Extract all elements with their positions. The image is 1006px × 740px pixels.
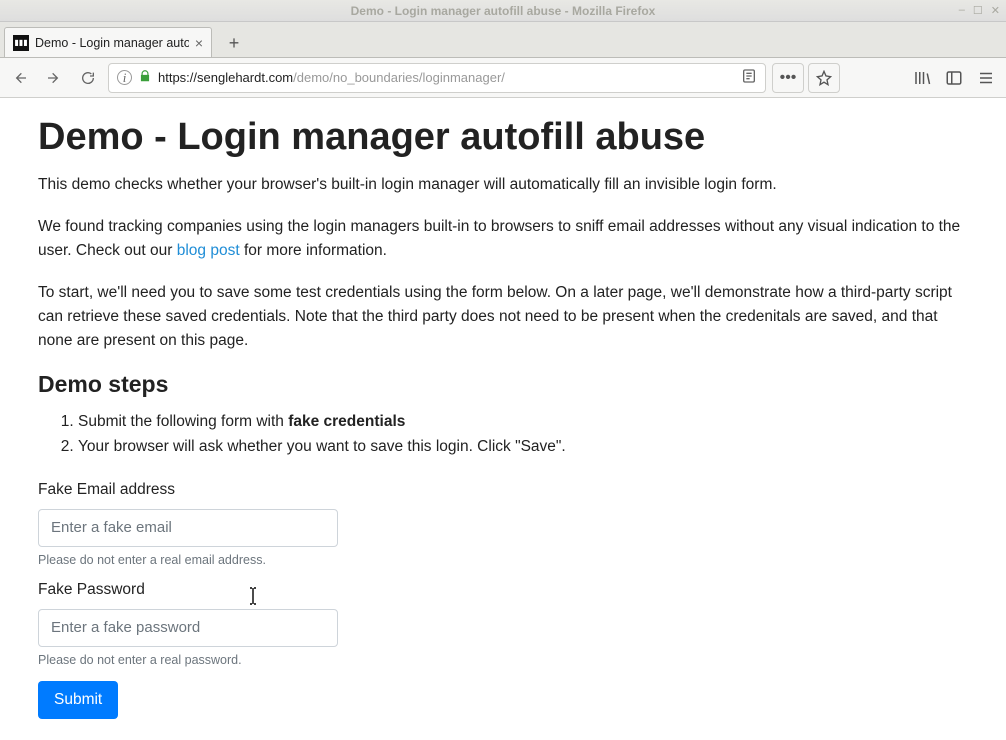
window-controls: – ☐ ✕ bbox=[959, 4, 1000, 17]
page-heading: Demo - Login manager autofill abuse bbox=[38, 116, 968, 159]
tab-label: Demo - Login manager autofi bbox=[35, 36, 189, 50]
email-help-text: Please do not enter a real email address… bbox=[38, 553, 968, 567]
blog-post-link[interactable]: blog post bbox=[177, 242, 240, 259]
step-1: Submit the following form with fake cred… bbox=[78, 410, 968, 433]
url-text: https://senglehardt.com/demo/no_boundari… bbox=[158, 70, 735, 85]
app-menu-button[interactable] bbox=[972, 64, 1000, 92]
lock-icon bbox=[138, 69, 152, 86]
password-group: Fake Password Please do not enter a real… bbox=[38, 581, 968, 667]
step1-bold: fake credentials bbox=[288, 413, 405, 430]
browser-tab-active[interactable]: ▮▮▮ Demo - Login manager autofi × bbox=[4, 27, 212, 57]
email-label: Fake Email address bbox=[38, 481, 968, 499]
toolbar-right: ••• bbox=[772, 63, 1000, 93]
intro-paragraph-2: We found tracking companies using the lo… bbox=[38, 215, 968, 263]
forward-button[interactable] bbox=[40, 64, 68, 92]
reload-button[interactable] bbox=[74, 64, 102, 92]
password-help-text: Please do not enter a real password. bbox=[38, 653, 968, 667]
sidebar-icon bbox=[945, 69, 963, 87]
star-icon bbox=[816, 70, 832, 86]
sidebars-button[interactable] bbox=[940, 64, 968, 92]
step-2: Your browser will ask whether you want t… bbox=[78, 435, 968, 458]
tab-favicon-icon: ▮▮▮ bbox=[13, 35, 29, 51]
tab-bar: ▮▮▮ Demo - Login manager autofi × + bbox=[0, 22, 1006, 58]
step1-pre: Submit the following form with bbox=[78, 413, 288, 430]
maximize-button[interactable]: ☐ bbox=[973, 4, 983, 17]
submit-button[interactable]: Submit bbox=[38, 681, 118, 719]
window-titlebar: Demo - Login manager autofill abuse - Mo… bbox=[0, 0, 1006, 22]
address-bar[interactable]: i https://senglehardt.com/demo/no_bounda… bbox=[108, 63, 766, 93]
back-button[interactable] bbox=[6, 64, 34, 92]
menu-icon bbox=[977, 69, 995, 87]
window-title: Demo - Login manager autofill abuse - Mo… bbox=[351, 4, 656, 18]
intro-paragraph-1: This demo checks whether your browser's … bbox=[38, 173, 968, 197]
arrow-right-icon bbox=[46, 70, 62, 86]
close-window-button[interactable]: ✕ bbox=[991, 4, 1000, 17]
page-actions-button[interactable]: ••• bbox=[772, 63, 804, 93]
bookmark-button[interactable] bbox=[808, 63, 840, 93]
library-icon bbox=[913, 69, 931, 87]
tab-close-button[interactable]: × bbox=[195, 35, 203, 51]
new-tab-button[interactable]: + bbox=[220, 29, 248, 57]
demo-steps-heading: Demo steps bbox=[38, 371, 968, 398]
browser-toolbar: i https://senglehardt.com/demo/no_bounda… bbox=[0, 58, 1006, 98]
intro-paragraph-3: To start, we'll need you to save some te… bbox=[38, 281, 968, 353]
url-host: https://senglehardt.com bbox=[158, 70, 293, 85]
library-button[interactable] bbox=[908, 64, 936, 92]
password-label: Fake Password bbox=[38, 581, 968, 599]
url-path: /demo/no_boundaries/loginmanager/ bbox=[293, 70, 505, 85]
site-info-icon[interactable]: i bbox=[117, 70, 132, 85]
email-input[interactable] bbox=[38, 509, 338, 547]
email-group: Fake Email address Please do not enter a… bbox=[38, 481, 968, 567]
reload-icon bbox=[80, 70, 96, 86]
arrow-left-icon bbox=[12, 70, 28, 86]
reader-mode-icon[interactable] bbox=[741, 68, 757, 87]
page-content: Demo - Login manager autofill abuse This… bbox=[0, 98, 1006, 740]
demo-steps-list: Submit the following form with fake cred… bbox=[38, 410, 968, 459]
minimize-button[interactable]: – bbox=[959, 4, 965, 17]
password-input[interactable] bbox=[38, 609, 338, 647]
intro2-post: for more information. bbox=[240, 242, 387, 259]
